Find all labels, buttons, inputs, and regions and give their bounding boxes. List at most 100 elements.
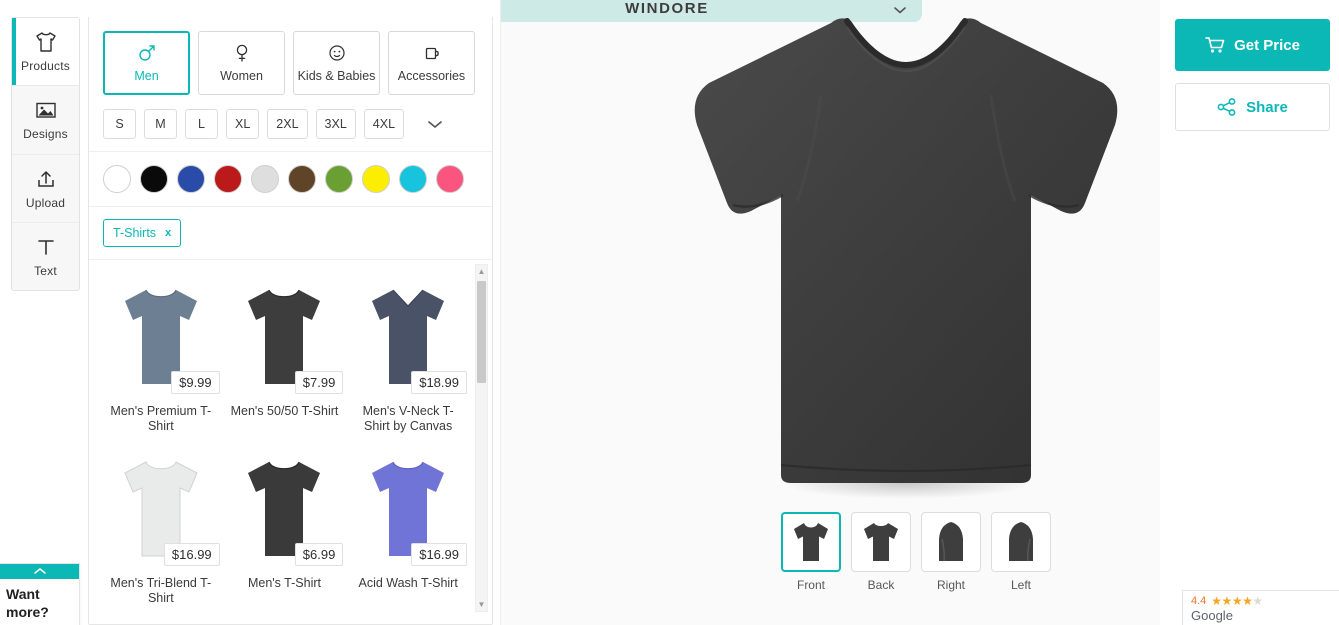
product-thumbnail: $7.99 <box>223 270 347 398</box>
color-swatch-white[interactable] <box>103 165 131 193</box>
want-more-panel[interactable]: Want more? <box>0 563 80 625</box>
caret-up-icon[interactable]: ▲ <box>476 265 487 278</box>
upload-icon <box>33 167 59 191</box>
text-icon <box>33 235 59 259</box>
google-review-badge[interactable]: 4.4 ★★★★★ Google <box>1182 590 1339 625</box>
sidebar-item-upload[interactable]: Upload <box>12 155 79 223</box>
sidebar-item-label: Text <box>34 263 57 278</box>
chevron-up-icon[interactable] <box>0 564 79 579</box>
action-buttons: Get Price Share <box>1175 19 1330 131</box>
active-filters-row: T-Shirts x <box>89 207 492 260</box>
product-price: $9.99 <box>171 371 220 394</box>
category-men[interactable]: Men <box>103 31 190 95</box>
category-accessories[interactable]: Accessories <box>388 31 475 95</box>
close-icon[interactable]: x <box>165 227 171 239</box>
product-thumbnail: $16.99 <box>99 442 223 570</box>
size-option-4xl[interactable]: 4XL <box>363 109 405 139</box>
product-card[interactable]: $16.99 Men's Tri-Blend T-Shirt <box>99 442 223 610</box>
product-card[interactable]: $6.99 Men's T-Shirt <box>223 442 347 610</box>
chevron-down-icon[interactable] <box>426 118 444 130</box>
view-option-left[interactable]: Left <box>991 512 1051 592</box>
product-price: $16.99 <box>163 543 220 566</box>
sidebar-item-products[interactable]: Products <box>12 18 79 87</box>
product-name: Men's V-Neck T-Shirt by Canvas <box>362 404 454 433</box>
caret-down-icon[interactable]: ▼ <box>476 598 487 611</box>
product-price: $18.99 <box>411 371 467 394</box>
app-root: Products Designs Upload Text Men Women K… <box>0 0 1339 625</box>
tshirt-icon <box>33 30 59 54</box>
view-label: Left <box>1010 578 1031 592</box>
sidebar-item-label: Upload <box>25 195 66 210</box>
category-label: Women <box>220 69 263 83</box>
category-kids-babies[interactable]: Kids & Babies <box>293 31 380 95</box>
google-label: Google <box>1191 608 1233 623</box>
view-thumbnail <box>921 512 981 572</box>
view-option-right[interactable]: Right <box>921 512 981 592</box>
product-thumbnail: $6.99 <box>223 442 347 570</box>
product-thumbnail: $9.99 <box>99 270 223 398</box>
category-label: Men <box>134 69 159 83</box>
design-canvas-stage: WINDORE Front Back Right Left <box>500 0 1160 625</box>
color-swatch-pink[interactable] <box>436 165 464 193</box>
size-option-2xl[interactable]: 2XL <box>267 109 308 139</box>
sidebar-item-designs[interactable]: Designs <box>12 86 79 155</box>
product-name: Men's 50/50 T-Shirt <box>230 404 339 418</box>
product-price: $7.99 <box>294 371 344 394</box>
product-card[interactable]: $7.99 Men's 50/50 T-Shirt <box>223 270 347 438</box>
color-filter-row <box>89 152 492 207</box>
color-swatch-yellow[interactable] <box>362 165 390 193</box>
scrollbar-thumb[interactable] <box>477 281 486 383</box>
view-label: Front <box>796 578 825 592</box>
size-option-3xl[interactable]: 3XL <box>315 109 356 139</box>
want-more-text: Want more? <box>0 579 79 625</box>
size-option-xl[interactable]: XL <box>226 109 260 139</box>
image-icon <box>33 98 59 122</box>
view-thumbnail <box>781 512 841 572</box>
google-rating-row: 4.4 ★★★★★ <box>1191 595 1331 607</box>
view-selector: Front Back Right Left <box>781 512 1051 592</box>
tshirt-preview[interactable] <box>671 5 1141 505</box>
share-button[interactable]: Share <box>1175 83 1330 131</box>
view-thumbnail <box>991 512 1051 572</box>
filter-tag-label: T-Shirts <box>113 226 157 240</box>
product-name: Men's Tri-Blend T-Shirt <box>110 576 212 605</box>
color-swatch-royal-blue[interactable] <box>177 165 205 193</box>
left-tool-rail: Products Designs Upload Text <box>11 17 80 291</box>
want-more-line1: Want <box>6 586 40 602</box>
product-grid-scrollbar[interactable]: ▲ ▼ <box>475 264 488 612</box>
female-icon <box>232 43 252 63</box>
filter-tag-tshirts[interactable]: T-Shirts x <box>103 219 182 247</box>
sidebar-item-text[interactable]: Text <box>12 223 79 290</box>
product-card[interactable]: $18.99 Men's V-Neck T-Shirt by Canvas <box>346 270 470 438</box>
category-row: Men Women Kids & Babies Accessories <box>89 17 492 95</box>
size-option-s[interactable]: S <box>103 109 136 139</box>
male-icon <box>137 43 157 63</box>
color-swatch-red[interactable] <box>214 165 242 193</box>
category-women[interactable]: Women <box>198 31 285 95</box>
product-grid: $9.99 Men's Premium T-Shirt $7.99 Men's … <box>89 260 492 616</box>
color-swatch-green[interactable] <box>325 165 353 193</box>
view-label: Back <box>867 578 895 592</box>
color-swatch-cyan[interactable] <box>399 165 427 193</box>
share-icon <box>1217 98 1237 116</box>
view-thumbnail <box>851 512 911 572</box>
product-card[interactable]: $16.99 Acid Wash T-Shirt <box>346 442 470 610</box>
category-label: Kids & Babies <box>297 69 376 83</box>
sidebar-item-label: Products <box>21 59 70 74</box>
view-option-front[interactable]: Front <box>781 512 841 592</box>
get-price-button[interactable]: Get Price <box>1175 19 1330 71</box>
product-thumbnail: $18.99 <box>346 270 470 398</box>
product-card[interactable]: $9.99 Men's Premium T-Shirt <box>99 270 223 438</box>
view-option-back[interactable]: Back <box>851 512 911 592</box>
color-swatch-ash-grey[interactable] <box>251 165 279 193</box>
product-price: $6.99 <box>294 543 344 566</box>
baby-face-icon <box>327 43 347 63</box>
product-browser-panel: Men Women Kids & Babies Accessories S M … <box>88 17 493 625</box>
product-name: Acid Wash T-Shirt <box>358 576 458 590</box>
product-price: $16.99 <box>411 543 467 566</box>
size-option-l[interactable]: L <box>185 109 218 139</box>
color-swatch-brown[interactable] <box>288 165 316 193</box>
color-swatch-black[interactable] <box>140 165 168 193</box>
size-option-m[interactable]: M <box>144 109 177 139</box>
mug-icon <box>422 43 442 63</box>
